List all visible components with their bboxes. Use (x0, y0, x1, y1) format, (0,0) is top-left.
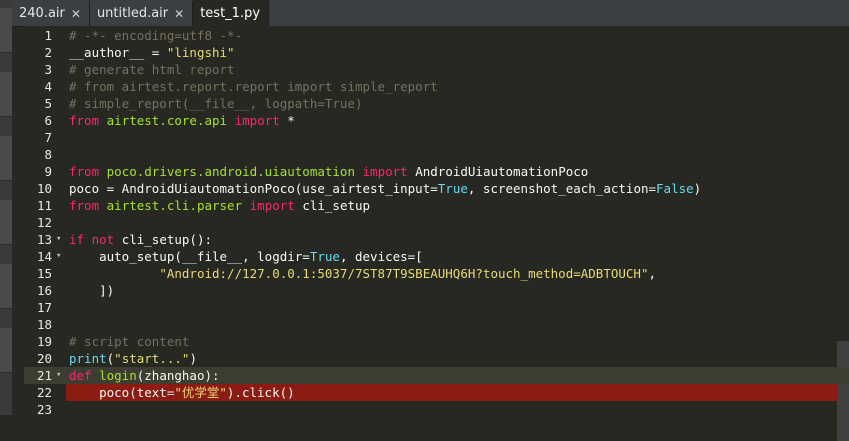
line-number: 19 (36, 334, 52, 349)
line-number: 22 (36, 385, 52, 400)
side-panel-segment (0, 8, 12, 53)
code-line[interactable]: auto_setup(__file__, logdir=True, device… (69, 248, 423, 265)
tab-240-air[interactable]: 240.air ✕ (12, 1, 90, 26)
line-number: 16 (36, 283, 52, 298)
code-line[interactable]: poco(text="优学堂").click() (69, 384, 295, 401)
tab-test-1-py[interactable]: test_1.py (193, 0, 270, 26)
line-number: 13 (36, 232, 52, 247)
line-number: 18 (36, 317, 52, 332)
code-line[interactable]: # generate html report (69, 61, 235, 78)
code-line[interactable]: def login(zhanghao): (69, 367, 220, 384)
fold-toggle-icon[interactable]: ▾ (56, 248, 61, 265)
editor-tab-bar: 240.air ✕ untitled.air ✕ test_1.py (12, 0, 849, 27)
line-number: 5 (44, 96, 52, 111)
fold-toggle-icon[interactable]: ▾ (56, 367, 61, 384)
line-number: 4 (44, 79, 52, 94)
code-line[interactable]: # simple_report(__file__, logpath=True) (69, 95, 363, 112)
tab-label: untitled.air (96, 6, 169, 21)
code-line[interactable]: poco = AndroidUiautomationPoco(use_airte… (69, 180, 701, 197)
code-line[interactable]: # -*- encoding=utf8 -*- (69, 27, 242, 44)
side-panel-strip (0, 0, 12, 415)
code-line[interactable]: from airtest.core.api import * (69, 112, 295, 129)
fold-toggle-icon[interactable]: ▾ (56, 231, 61, 248)
code-line[interactable]: ]) (69, 282, 114, 299)
code-line[interactable]: "Android://127.0.0.1:5037/7ST87T9SBEAUHQ… (69, 265, 656, 282)
line-number: 6 (44, 113, 52, 128)
line-number: 1 (44, 28, 52, 43)
code-line[interactable]: # from airtest.report.report import simp… (69, 78, 438, 95)
line-number: 7 (44, 130, 52, 145)
code-line[interactable]: from poco.drivers.android.uiautomation i… (69, 163, 588, 180)
line-number: 11 (36, 198, 52, 213)
code-line[interactable]: print("start...") (69, 350, 197, 367)
code-line[interactable]: __author__ = "lingshi" (69, 44, 235, 61)
line-number: 2 (44, 45, 52, 60)
side-panel-segment (0, 72, 12, 117)
line-number: 3 (44, 62, 52, 77)
line-number: 12 (36, 215, 52, 230)
line-number: 23 (36, 402, 52, 417)
close-icon[interactable]: ✕ (71, 7, 81, 21)
tab-label: test_1.py (200, 5, 261, 21)
tab-label: 240.air (19, 6, 65, 21)
line-number: 15 (36, 266, 52, 281)
vertical-scrollbar[interactable] (837, 341, 849, 441)
line-number: 9 (44, 164, 52, 179)
side-panel-segment (0, 136, 12, 181)
line-number: 20 (36, 351, 52, 366)
line-number: 8 (44, 147, 52, 162)
line-number: 10 (36, 181, 52, 196)
code-line[interactable]: from airtest.cli.parser import cli_setup (69, 197, 370, 214)
line-number: 14 (36, 249, 52, 264)
close-icon[interactable]: ✕ (174, 7, 184, 21)
code-line[interactable]: if not cli_setup(): (69, 231, 212, 248)
side-panel-segment (0, 200, 12, 245)
line-number: 17 (36, 300, 52, 315)
side-panel-segment (0, 264, 12, 309)
code-line[interactable]: # script content (69, 333, 189, 350)
tab-untitled-air[interactable]: untitled.air ✕ (90, 1, 194, 26)
line-number: 21 (36, 368, 52, 383)
side-panel-segment (0, 328, 12, 373)
